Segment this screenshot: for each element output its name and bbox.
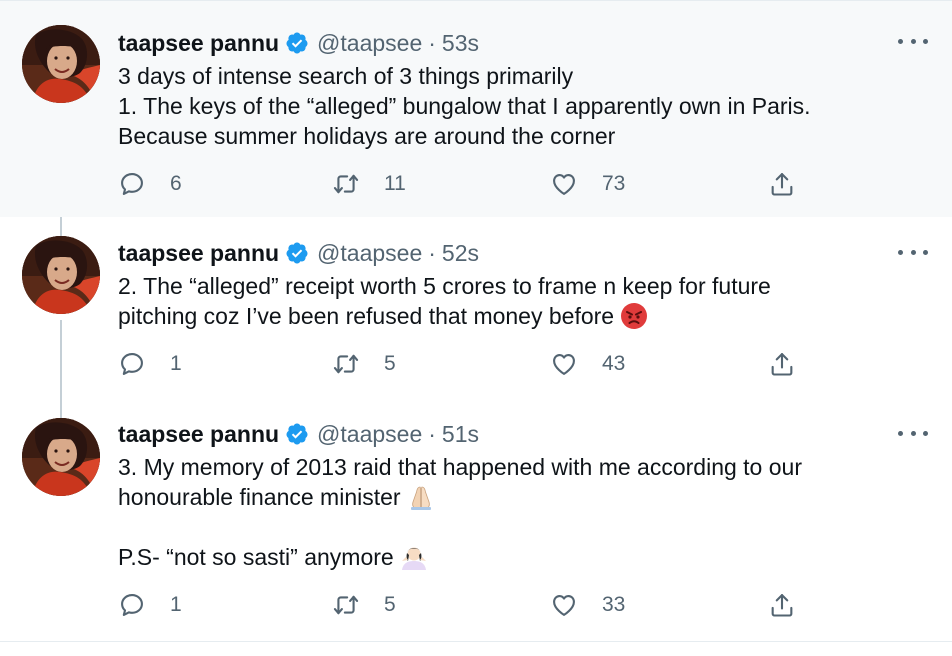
timestamp[interactable]: 51s bbox=[442, 421, 479, 448]
verified-badge-icon bbox=[285, 31, 309, 55]
folded-hands-emoji bbox=[407, 483, 435, 511]
tweet-header: taapsee pannu @taapsee · 51s bbox=[118, 418, 479, 450]
more-options-button[interactable] bbox=[898, 423, 928, 443]
tweet-text-line: P.S- “not so sasti” anymore bbox=[118, 542, 918, 572]
reply-icon bbox=[118, 170, 146, 198]
share-icon bbox=[768, 170, 796, 198]
retweet-button[interactable]: 11 bbox=[332, 168, 406, 200]
more-dots-icon bbox=[898, 430, 903, 436]
retweet-count: 5 bbox=[384, 352, 396, 375]
tweet-text-segment: honourable finance minister bbox=[118, 484, 401, 510]
more-options-button[interactable] bbox=[898, 242, 928, 262]
retweet-icon bbox=[332, 170, 360, 198]
reply-count: 1 bbox=[170, 593, 182, 616]
tweet-header: taapsee pannu @taapsee · 53s bbox=[118, 27, 479, 59]
more-dots-icon bbox=[898, 38, 903, 44]
more-options-button[interactable] bbox=[898, 31, 928, 51]
timestamp[interactable]: 53s bbox=[442, 30, 479, 57]
avatar[interactable] bbox=[22, 25, 100, 103]
action-bar: 1 5 43 bbox=[118, 348, 808, 380]
like-count: 73 bbox=[602, 172, 626, 195]
author-name[interactable]: taapsee pannu bbox=[118, 240, 279, 267]
like-count: 43 bbox=[602, 352, 626, 375]
tweet-header: taapsee pannu @taapsee · 52s bbox=[118, 237, 479, 269]
like-button[interactable]: 73 bbox=[550, 168, 625, 200]
like-button[interactable]: 33 bbox=[550, 589, 625, 621]
retweet-icon bbox=[332, 591, 360, 619]
reply-icon bbox=[118, 591, 146, 619]
like-button[interactable]: 43 bbox=[550, 348, 625, 380]
tweet[interactable]: taapsee pannu @taapsee · 51s 3. My memor… bbox=[0, 398, 952, 642]
angry-face-emoji bbox=[620, 302, 648, 330]
author-handle[interactable]: @taapsee bbox=[317, 240, 422, 267]
timestamp[interactable]: 52s bbox=[442, 240, 479, 267]
tweet[interactable]: taapsee pannu @taapsee · 52s 2. The “all… bbox=[0, 216, 952, 398]
action-bar: 1 5 33 bbox=[118, 589, 808, 621]
tweet-text-line: 3 days of intense search of 3 things pri… bbox=[118, 63, 574, 89]
retweet-button[interactable]: 5 bbox=[332, 589, 396, 621]
avatar[interactable] bbox=[22, 418, 100, 496]
tweet-text: 2. The “alleged” receipt worth 5 crores … bbox=[118, 271, 918, 331]
author-handle[interactable]: @taapsee bbox=[317, 421, 422, 448]
share-icon bbox=[768, 350, 796, 378]
retweet-button[interactable]: 5 bbox=[332, 348, 396, 380]
avatar[interactable] bbox=[22, 236, 100, 314]
heart-icon bbox=[550, 591, 578, 619]
tweet-text-line: 3. My memory of 2013 raid that happened … bbox=[118, 454, 802, 480]
heart-icon bbox=[550, 170, 578, 198]
retweet-count: 11 bbox=[384, 172, 406, 195]
share-button[interactable] bbox=[768, 589, 796, 621]
person-shrugging-emoji bbox=[400, 543, 428, 571]
separator: · bbox=[428, 239, 436, 266]
verified-badge-icon bbox=[285, 241, 309, 265]
tweet-text-line: honourable finance minister bbox=[118, 482, 918, 512]
tweet-text-segment: P.S- “not so sasti” anymore bbox=[118, 544, 394, 570]
separator: · bbox=[428, 420, 436, 447]
author-handle[interactable]: @taapsee bbox=[317, 30, 422, 57]
tweet-text-line: 2. The “alleged” receipt worth 5 crores … bbox=[118, 273, 771, 299]
tweet-text-line: Because summer holidays are around the c… bbox=[118, 123, 616, 149]
share-button[interactable] bbox=[768, 348, 796, 380]
author-name[interactable]: taapsee pannu bbox=[118, 30, 279, 57]
reply-button[interactable]: 1 bbox=[118, 589, 182, 621]
tweet-text-line: pitching coz I’ve been refused that mone… bbox=[118, 301, 918, 331]
verified-badge-icon bbox=[285, 422, 309, 446]
retweet-icon bbox=[332, 350, 360, 378]
tweet-text-segment: pitching coz I’ve been refused that mone… bbox=[118, 303, 615, 329]
share-icon bbox=[768, 591, 796, 619]
heart-icon bbox=[550, 350, 578, 378]
author-name[interactable]: taapsee pannu bbox=[118, 421, 279, 448]
like-count: 33 bbox=[602, 593, 626, 616]
reply-count: 1 bbox=[170, 352, 182, 375]
tweet-text: 3 days of intense search of 3 things pri… bbox=[118, 61, 918, 151]
more-dots-icon bbox=[898, 249, 903, 255]
reply-icon bbox=[118, 350, 146, 378]
tweet-text-line: 1. The keys of the “alleged” bungalow th… bbox=[118, 93, 811, 119]
reply-count: 6 bbox=[170, 172, 182, 195]
share-button[interactable] bbox=[768, 168, 796, 200]
reply-button[interactable]: 1 bbox=[118, 348, 182, 380]
tweet[interactable]: taapsee pannu @taapsee · 53s 3 days of i… bbox=[0, 0, 952, 217]
separator: · bbox=[428, 29, 436, 56]
tweet-text: 3. My memory of 2013 raid that happened … bbox=[118, 452, 918, 572]
action-bar: 6 11 73 bbox=[118, 168, 808, 200]
reply-button[interactable]: 6 bbox=[118, 168, 182, 200]
retweet-count: 5 bbox=[384, 593, 396, 616]
